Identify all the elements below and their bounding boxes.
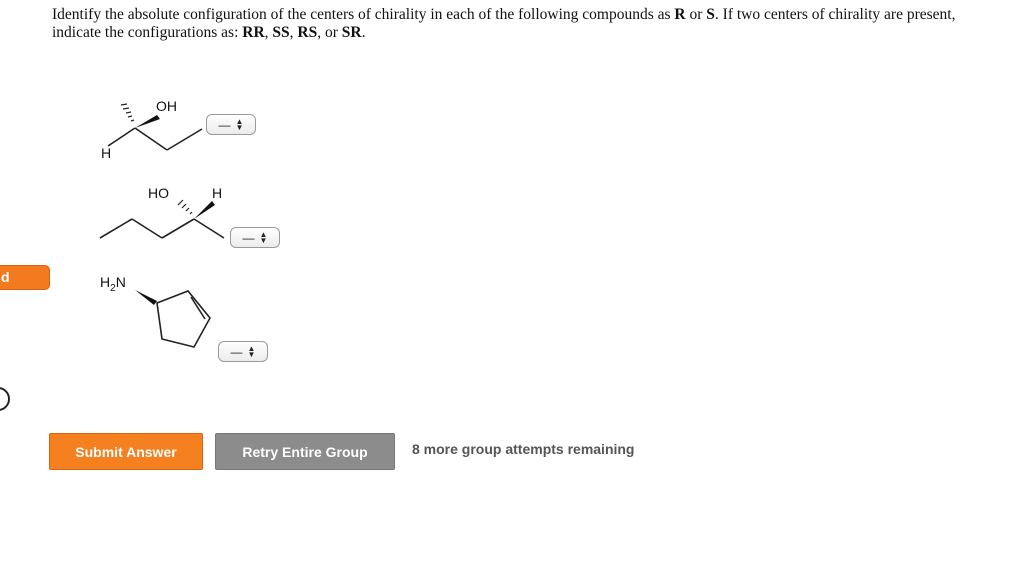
config-r: R (674, 6, 686, 23)
config-ss: SS (272, 24, 290, 41)
config-sr: SR (341, 24, 362, 41)
molecule-2-wedge (194, 201, 215, 219)
select-value: — (230, 344, 243, 359)
config-rs: RS (297, 24, 318, 41)
molecule-2-structure (99, 218, 225, 239)
molecule-3-label-h2n: H2N (100, 274, 126, 294)
molecule-1-label-oh: OH (156, 98, 177, 114)
select-value: — (242, 230, 255, 245)
molecule-1-wedge (135, 115, 160, 128)
molecule-2-label-ho: HO (148, 185, 169, 201)
molecule-1-config-select[interactable]: — ▲ ▼ (206, 114, 256, 135)
updown-arrows-icon: ▲ ▼ (247, 343, 256, 359)
page: Identify the absolute configuration of t… (0, 0, 1024, 588)
molecule-1-hash (120, 103, 135, 122)
retry-entire-group-button[interactable]: Retry Entire Group (215, 433, 395, 470)
molecule-3-config-select[interactable]: — ▲ ▼ (218, 341, 268, 362)
config-s: S (706, 6, 715, 23)
submit-answer-button[interactable]: Submit Answer (49, 433, 203, 470)
molecule-2-config-select[interactable]: — ▲ ▼ (230, 227, 280, 248)
label-h: H (100, 274, 111, 290)
side-tab[interactable]: d (0, 265, 50, 290)
question-text-part: , or (317, 24, 342, 41)
molecule-3-ring (156, 290, 211, 348)
updown-arrows-icon: ▲ ▼ (235, 116, 244, 132)
molecule-2-label-h: H (212, 185, 223, 201)
label-n: N (115, 274, 126, 290)
molecule-3-wedge (135, 290, 157, 305)
attempts-remaining-text: 8 more group attempts remaining (412, 441, 635, 457)
select-value: — (218, 117, 231, 132)
updown-arrows-icon: ▲ ▼ (259, 229, 268, 245)
question-text-part: Identify the absolute configuration of t… (52, 6, 675, 23)
config-rr: RR (242, 24, 265, 41)
molecule-1-label-h: H (101, 145, 112, 161)
molecule-2-hash (177, 199, 193, 215)
molecule-1-structure (107, 127, 203, 151)
question-text-part: . (361, 24, 366, 41)
molecule-drawings (99, 103, 225, 348)
side-circle-icon[interactable] (0, 387, 10, 411)
question-text: Identify the absolute configuration of t… (52, 6, 1002, 42)
question-text-part: or (685, 6, 707, 23)
